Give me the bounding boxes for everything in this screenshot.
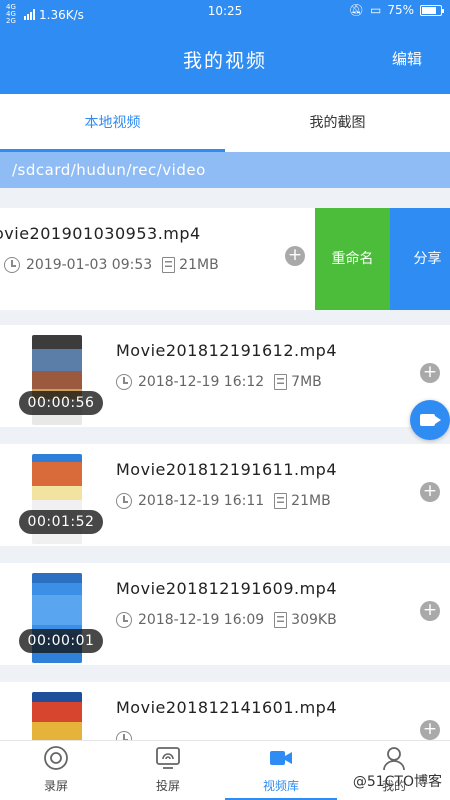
file-name: Movie201812141601.mp4 (116, 698, 338, 717)
video-duration: 00:00:56 (19, 391, 103, 415)
clock-icon (116, 612, 132, 628)
rename-button[interactable]: 重命名 (315, 208, 390, 310)
swipe-actions: 重命名 分享 (315, 208, 450, 310)
video-thumbnail[interactable] (32, 692, 82, 740)
record-fab[interactable] (410, 400, 450, 440)
nav-cast[interactable]: 投屏 (112, 741, 224, 800)
list-item[interactable]: Movie201812141601.mp4 + (0, 682, 450, 740)
video-duration: 00:01:52 (19, 510, 103, 534)
clock-icon (116, 374, 132, 390)
tab-bar: 本地视频 我的截图 (0, 94, 450, 152)
list-item[interactable]: 00:00:01 Movie201812191609.mp4 2018-12-1… (0, 563, 450, 665)
file-name: Movie201812191611.mp4 (116, 460, 338, 479)
list-item-swiped[interactable]: ovie201901030953.mp4 2019-01-03 09:53 21… (0, 208, 450, 310)
file-name: Movie201812191609.mp4 (116, 579, 338, 598)
more-options-button[interactable]: + (420, 601, 440, 621)
file-meta (116, 731, 138, 740)
video-duration: 00:00:01 (19, 629, 103, 653)
file-size-icon (274, 493, 288, 509)
tab-local-videos[interactable]: 本地视频 (0, 94, 225, 152)
file-size: 309KB (291, 612, 337, 628)
list-item[interactable]: 00:01:52 Movie201812191611.mp4 2018-12-1… (0, 444, 450, 546)
battery-icon (420, 4, 444, 16)
file-meta: 2018-12-19 16:09 309KB (116, 612, 337, 628)
more-options-button[interactable]: + (420, 720, 440, 740)
share-button[interactable]: 分享 (390, 208, 450, 310)
path-bar: /sdcard/hudun/rec/video (0, 152, 450, 188)
file-meta: 2018-12-19 16:12 7MB (116, 374, 322, 390)
cast-status-icon: ▭ (369, 3, 382, 17)
file-date: 2018-12-19 16:12 (138, 374, 265, 390)
app-bar: 我的视频 编辑 (0, 24, 450, 94)
file-size: 21MB (179, 257, 219, 273)
battery-fill (422, 6, 436, 14)
file-meta: 2018-12-19 16:11 21MB (116, 493, 331, 509)
page-title: 我的视频 (182, 50, 267, 72)
status-right: 🔕︎ ▭ 75% (348, 3, 444, 17)
more-options-button[interactable]: + (285, 246, 305, 266)
file-size-icon (274, 374, 288, 390)
profile-icon (383, 747, 405, 771)
file-name: ovie201901030953.mp4 (0, 224, 201, 243)
file-date: 2018-12-19 16:09 (138, 612, 265, 628)
bell-muted-icon: 🔕︎ (348, 3, 364, 17)
file-date: 2018-12-19 16:11 (138, 493, 265, 509)
record-icon (44, 746, 68, 770)
edit-button[interactable]: 编辑 (392, 48, 422, 69)
file-meta: 2019-01-03 09:53 21MB (4, 257, 219, 273)
video-list[interactable]: ovie201901030953.mp4 2019-01-03 09:53 21… (0, 188, 450, 740)
file-size-icon (162, 257, 176, 273)
file-name: Movie201812191612.mp4 (116, 341, 338, 360)
clock-icon (116, 493, 132, 509)
nav-cast-label: 投屏 (155, 779, 180, 793)
battery-percent: 75% (387, 3, 414, 17)
file-size: 7MB (291, 374, 322, 390)
more-options-button[interactable]: + (420, 482, 440, 502)
nav-video-library-label: 视频库 (262, 779, 299, 793)
cast-icon (156, 747, 180, 769)
list-item[interactable]: 00:00:56 Movie201812191612.mp4 2018-12-1… (0, 325, 450, 427)
nav-video-library[interactable]: 视频库 (225, 741, 337, 800)
status-bar: 4G 4G 2G 1.36K/s 10:25 🔕︎ ▭ 75% (0, 0, 450, 25)
nav-record-label: 录屏 (43, 779, 68, 793)
watermark: @51CTO博客 (352, 774, 442, 790)
video-camera-icon (420, 414, 441, 426)
bottom-nav: 录屏 投屏 视频库 我的 (0, 740, 450, 800)
file-date: 2019-01-03 09:53 (26, 257, 153, 273)
nav-record[interactable]: 录屏 (0, 741, 112, 800)
video-library-icon (270, 751, 292, 765)
file-size-icon (274, 612, 288, 628)
file-size: 21MB (291, 493, 331, 509)
clock-icon (4, 257, 20, 273)
clock-icon (116, 731, 132, 740)
more-options-button[interactable]: + (420, 363, 440, 383)
tab-my-screenshots[interactable]: 我的截图 (225, 94, 450, 152)
